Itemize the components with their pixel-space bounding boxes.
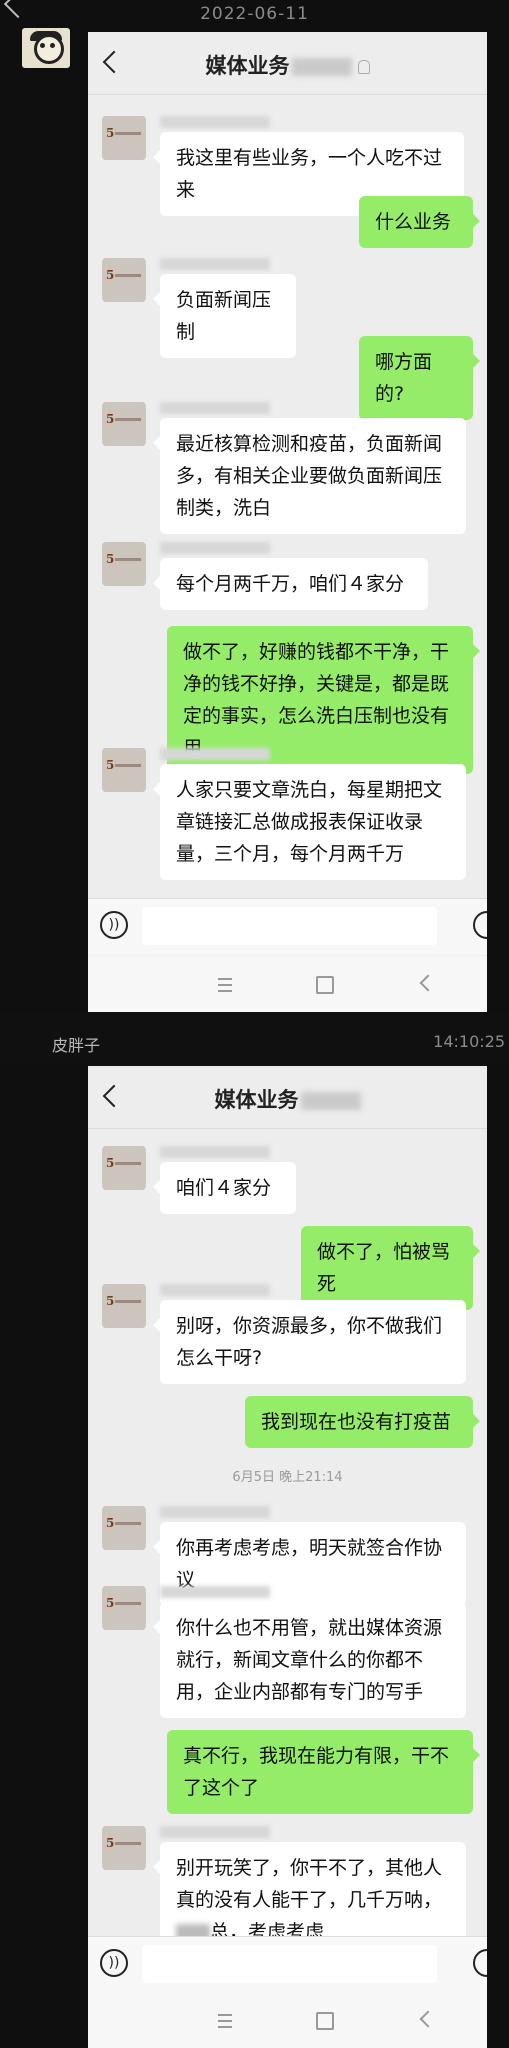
redacted-name <box>300 1092 361 1110</box>
redacted-sender-name <box>160 1826 270 1838</box>
chat-header: 媒体业务 <box>88 1066 487 1129</box>
redacted-sender-name <box>160 542 270 554</box>
poster-name: 皮胖子 <box>52 1036 101 1055</box>
message-incoming: 负面新闻压制 <box>153 274 296 358</box>
redacted-sender-name <box>160 1506 270 1518</box>
contact-avatar[interactable]: 5 <box>102 748 146 792</box>
redacted-sender-name <box>160 1284 270 1296</box>
message-incoming: 最近核算检测和疫苗，负面新闻多，有相关企业要做负面新闻压制类，洗白 <box>153 418 466 534</box>
chat-header: 媒体业务 <box>88 32 487 95</box>
redacted-sender-name <box>160 258 270 270</box>
chat-title: 媒体业务 <box>88 50 487 80</box>
emoji-icon[interactable] <box>473 1949 487 1977</box>
contact-avatar[interactable]: 5 <box>102 116 146 160</box>
contact-avatar[interactable]: 5 <box>102 1146 146 1190</box>
nav-back-icon[interactable] <box>419 2010 437 2028</box>
redacted-sender-name <box>160 748 270 760</box>
post-time: 14:10:25 <box>433 1032 505 1051</box>
sender-avatar <box>22 28 70 68</box>
contact-avatar[interactable]: 5 <box>102 402 146 446</box>
redacted-sender-name <box>160 1146 270 1158</box>
contact-avatar[interactable]: 5 <box>102 1586 146 1630</box>
message-incoming: 每个月两千万，咱们４家分 <box>153 558 428 610</box>
system-nav-bar <box>88 956 487 1012</box>
chat-screenshot-2: 媒体业务 5 咱们４家分 做不了，怕被骂死 5 别呀，你资源最多，你不做我们怎么… <box>88 1066 487 2048</box>
input-bar: )) <box>88 898 487 955</box>
mute-icon <box>357 60 370 74</box>
redacted-name <box>291 58 352 76</box>
message-incoming: 你什么也不用管，就出媒体资源就行，新闻文章什么的你都不用，企业内部都有专门的写手 <box>153 1602 466 1718</box>
message-incoming: 咱们４家分 <box>153 1162 296 1214</box>
input-bar: )) <box>88 1936 487 1993</box>
redacted-sender-name <box>160 402 270 414</box>
chat-title: 媒体业务 <box>88 1084 487 1114</box>
menu-icon[interactable] <box>218 2014 232 2028</box>
home-icon[interactable] <box>316 2012 334 2030</box>
message-incoming: 人家只要文章洗白，每星期把文章链接汇总做成报表保证收录量，三个月，每个月两千万 <box>153 764 466 880</box>
redacted-sender-name <box>160 1586 270 1598</box>
screenshot-caption: 皮胖子 14:10:25 <box>0 1012 509 1066</box>
contact-avatar[interactable]: 5 <box>102 1284 146 1328</box>
contact-avatar[interactable]: 5 <box>102 258 146 302</box>
contact-avatar[interactable]: 5 <box>102 542 146 586</box>
message-outgoing: 我到现在也没有打疫苗 <box>245 1396 480 1448</box>
home-icon[interactable] <box>316 976 334 994</box>
message-input[interactable] <box>142 907 437 945</box>
system-nav-bar <box>88 1992 487 2048</box>
voice-icon[interactable]: )) <box>100 1949 128 1977</box>
message-incoming: 别呀，你资源最多，你不做我们怎么干呀? <box>153 1300 466 1384</box>
message-outgoing: 哪方面的? <box>359 336 480 420</box>
redacted-sender-name <box>160 116 270 128</box>
menu-icon[interactable] <box>218 978 232 992</box>
emoji-icon[interactable] <box>473 911 487 939</box>
top-date: 2022-06-11 <box>200 4 309 24</box>
chat-screenshot-1: 媒体业务 5 我这里有些业务，一个人吃不过来 什么业务 5 负面新闻压制 哪方面… <box>88 32 487 1012</box>
message-outgoing: 真不行，我现在能力有限，干不了这个了 <box>167 1730 480 1814</box>
message-input[interactable] <box>142 1945 437 1983</box>
message-outgoing: 什么业务 <box>359 196 480 248</box>
voice-icon[interactable]: )) <box>100 911 128 939</box>
message-outgoing: 做不了，怕被骂死 <box>301 1226 480 1310</box>
contact-avatar[interactable]: 5 <box>102 1826 146 1870</box>
contact-avatar[interactable]: 5 <box>102 1506 146 1550</box>
nav-back-icon[interactable] <box>419 974 437 992</box>
timestamp: 6月5日 晚上21:14 <box>232 1470 343 1485</box>
